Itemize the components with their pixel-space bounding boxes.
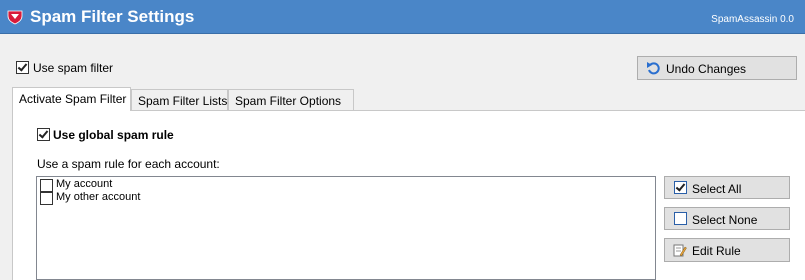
tab-spam-filter-lists[interactable]: Spam Filter Lists bbox=[131, 89, 228, 110]
spam-filter-shield-icon bbox=[7, 10, 23, 25]
edit-rule-button[interactable]: Edit Rule bbox=[664, 238, 790, 262]
title-bar: Spam Filter Settings SpamAssassin 0.0 bbox=[0, 0, 805, 34]
use-spam-filter-checkbox[interactable] bbox=[16, 61, 29, 74]
select-all-button[interactable]: Select All bbox=[664, 176, 790, 199]
edit-rule-icon bbox=[673, 244, 687, 257]
tab-spam-filter-options[interactable]: Spam Filter Options bbox=[228, 89, 354, 110]
select-none-button[interactable]: Select None bbox=[664, 207, 790, 230]
undo-changes-label: Undo Changes bbox=[666, 62, 747, 76]
use-global-spam-rule-checkbox[interactable] bbox=[37, 128, 50, 141]
checked-box-icon bbox=[674, 181, 687, 194]
account-checkbox-my-account[interactable] bbox=[40, 179, 53, 192]
list-item[interactable]: My other account bbox=[56, 191, 140, 203]
use-global-spam-rule-label: Use global spam rule bbox=[53, 128, 174, 142]
empty-box-icon bbox=[674, 212, 687, 225]
edit-rule-label: Edit Rule bbox=[692, 244, 741, 258]
tab-activate-spam-filter[interactable]: Activate Spam Filter bbox=[12, 87, 131, 111]
account-checkbox-my-other-account[interactable] bbox=[40, 192, 53, 205]
undo-icon bbox=[647, 62, 660, 75]
version-label: SpamAssassin 0.0 bbox=[711, 14, 794, 25]
select-none-label: Select None bbox=[692, 213, 758, 227]
select-all-label: Select All bbox=[692, 182, 742, 196]
use-spam-filter-label: Use spam filter bbox=[33, 61, 114, 75]
per-account-rule-label: Use a spam rule for each account: bbox=[37, 157, 220, 171]
window-title: Spam Filter Settings bbox=[30, 7, 195, 26]
undo-changes-button[interactable]: Undo Changes bbox=[637, 56, 797, 80]
list-item[interactable]: My account bbox=[56, 178, 112, 190]
